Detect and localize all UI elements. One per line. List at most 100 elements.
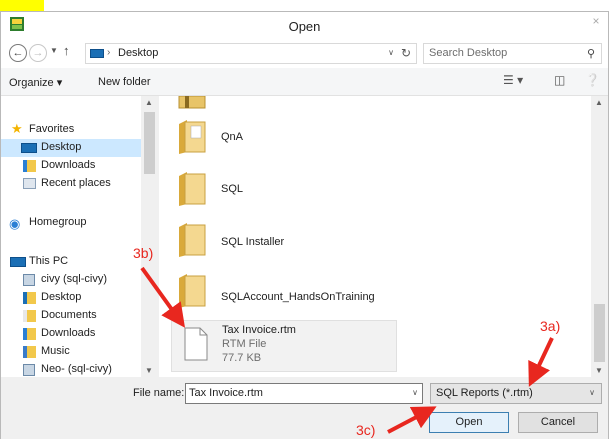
annotation-3b: 3b)	[133, 245, 154, 261]
computer-icon	[10, 257, 26, 267]
list-item-label: SQL	[221, 183, 244, 195]
sidebar-item-network-neo[interactable]: Neo- (sql-civy)	[1, 361, 141, 377]
list-item-sql-installer[interactable]: SQL Installer	[171, 219, 401, 263]
cancel-button[interactable]: Cancel	[518, 412, 598, 433]
new-folder-button[interactable]: New folder	[98, 76, 151, 88]
scroll-up-chevron-icon[interactable]: ▲	[145, 98, 153, 107]
sidebar-item-recent-places[interactable]: Recent places	[1, 175, 141, 193]
downloads-icon	[23, 160, 36, 172]
document-file-icon	[184, 327, 208, 361]
file-type-chevron-icon[interactable]: ∨	[589, 388, 595, 397]
list-item-tax-invoice[interactable]: Tax Invoice.rtm RTM File 77.7 KB	[171, 320, 397, 372]
open-button[interactable]: Open	[429, 412, 509, 433]
sidebar-item-music[interactable]: Music	[1, 343, 141, 361]
desktop-folder-icon	[23, 292, 36, 304]
sidebar-item-this-pc[interactable]: This PC	[1, 253, 141, 271]
sidebar-item-label: civy (sql-civy)	[41, 273, 107, 285]
address-dropdown-chevron-icon[interactable]: ∨	[388, 48, 394, 57]
breadcrumb[interactable]: Desktop	[118, 47, 158, 59]
sidebar-item-downloads[interactable]: Downloads	[1, 157, 141, 175]
folder-icon	[179, 172, 206, 206]
downloads-icon	[23, 328, 36, 340]
sidebar-item-label: Downloads	[41, 159, 96, 171]
search-input[interactable]: Search Desktop ⚲	[423, 43, 602, 64]
recent-places-icon	[23, 178, 36, 189]
file-name-dropdown-chevron-icon[interactable]: ∨	[412, 388, 418, 397]
sidebar-item-label: Favorites	[29, 123, 75, 135]
open-dialog: Open × ← → ▼ ↑ › Desktop ∨ ↻ Search Desk…	[0, 11, 609, 439]
file-size-text: 77.7 KB	[222, 352, 262, 364]
scroll-thumb[interactable]	[594, 304, 605, 362]
annotation-3a: 3a)	[540, 318, 561, 334]
address-row: ← → ▼ ↑ › Desktop ∨ ↻ Search Desktop ⚲	[1, 40, 608, 68]
folder-icon	[179, 223, 206, 257]
file-type-value: SQL Reports (*.rtm)	[436, 387, 533, 399]
search-placeholder: Search Desktop	[429, 47, 508, 59]
sidebar-item-favorites[interactable]: ★ Favorites	[1, 121, 141, 139]
sidebar-item-label: Desktop	[41, 141, 82, 153]
network-user-icon	[23, 274, 35, 286]
back-button[interactable]: ←	[9, 44, 27, 62]
sidebar-item-label: Recent places	[41, 177, 111, 189]
search-icon[interactable]: ⚲	[587, 47, 595, 60]
preview-pane-icon[interactable]: ◫	[554, 73, 565, 87]
star-icon: ★	[11, 121, 23, 136]
list-item-label: QnA	[221, 131, 244, 143]
file-name-text: Tax Invoice.rtm	[222, 324, 296, 336]
yellow-highlight-tab	[0, 0, 44, 11]
desktop-folder-icon	[90, 49, 104, 58]
list-item-sql[interactable]: SQL	[171, 168, 401, 212]
sidebar-item-label: This PC	[29, 255, 69, 267]
list-item-label: SQLAccount_HandsOnTraining	[221, 291, 375, 303]
scroll-up-chevron-icon[interactable]: ▲	[595, 98, 603, 107]
sidebar-item-label: Neo- (sql-civy)	[41, 363, 112, 375]
scroll-down-chevron-icon[interactable]: ▼	[145, 366, 153, 375]
list-item-qna[interactable]: QnA	[171, 116, 401, 160]
list-item-sqlaccount-handsontraining[interactable]: SQLAccount_HandsOnTraining	[171, 270, 401, 314]
network-user-icon	[23, 364, 35, 376]
up-arrow-icon[interactable]: ↑	[63, 43, 70, 58]
file-list: QnA SQL SQL Installer SQLAccount_HandsOn…	[159, 96, 608, 377]
folder-icon	[178, 96, 206, 109]
sidebar-item-label: Music	[41, 345, 70, 357]
navigation-pane: ★ Favorites Desktop Downloads Recent pla…	[1, 96, 158, 377]
address-bar[interactable]: › Desktop ∨ ↻	[85, 43, 417, 64]
sidebar-item-downloads-pc[interactable]: Downloads	[1, 325, 141, 343]
file-list-scrollbar[interactable]: ▲ ▼	[591, 96, 608, 377]
sidebar-item-network-user[interactable]: civy (sql-civy)	[1, 271, 141, 289]
forward-button[interactable]: →	[29, 44, 47, 62]
scroll-down-chevron-icon[interactable]: ▼	[595, 366, 603, 375]
view-options-icon[interactable]: ☰ ▾	[503, 73, 523, 87]
file-name-input[interactable]	[189, 387, 399, 399]
scroll-thumb[interactable]	[144, 112, 155, 174]
annotation-3c: 3c)	[356, 422, 376, 438]
sidebar-item-homegroup[interactable]: ◉ Homegroup	[1, 214, 141, 232]
sidebar-item-desktop[interactable]: Desktop	[1, 139, 141, 157]
list-item-label: SQL Installer	[221, 236, 285, 248]
homegroup-icon: ◉	[9, 216, 21, 231]
bottom-panel: File name: ∨ SQL Reports (*.rtm) ∨ Open …	[1, 377, 608, 439]
sidebar-item-label: Homegroup	[29, 216, 87, 228]
file-name-field[interactable]: ∨	[185, 383, 423, 404]
title-bar[interactable]: Open ×	[1, 12, 608, 40]
folder-icon	[179, 274, 206, 308]
sidebar-item-label: Desktop	[41, 291, 82, 303]
command-toolbar: Organize ▾ New folder ☰ ▾ ◫ ❔	[1, 68, 608, 96]
breadcrumb-separator-icon[interactable]: ›	[107, 47, 110, 58]
folder-icon	[179, 120, 206, 154]
documents-icon	[23, 310, 36, 322]
sidebar-item-documents[interactable]: Documents	[1, 307, 141, 325]
organize-button[interactable]: Organize ▾	[9, 76, 62, 89]
file-type-text: RTM File	[222, 338, 267, 350]
sidebar-item-label: Downloads	[41, 327, 96, 339]
sidebar-item-desktop-pc[interactable]: Desktop	[1, 289, 141, 307]
dialog-title: Open	[288, 19, 321, 34]
music-icon	[23, 346, 36, 358]
help-icon[interactable]: ❔	[585, 73, 600, 87]
navigation-scrollbar[interactable]: ▲ ▼	[141, 96, 158, 377]
recent-locations-chevron-icon[interactable]: ▼	[50, 46, 58, 55]
close-button[interactable]: ×	[584, 12, 608, 32]
refresh-icon[interactable]: ↻	[401, 46, 411, 60]
desktop-icon	[21, 143, 37, 153]
file-type-select[interactable]: SQL Reports (*.rtm) ∨	[430, 383, 602, 404]
